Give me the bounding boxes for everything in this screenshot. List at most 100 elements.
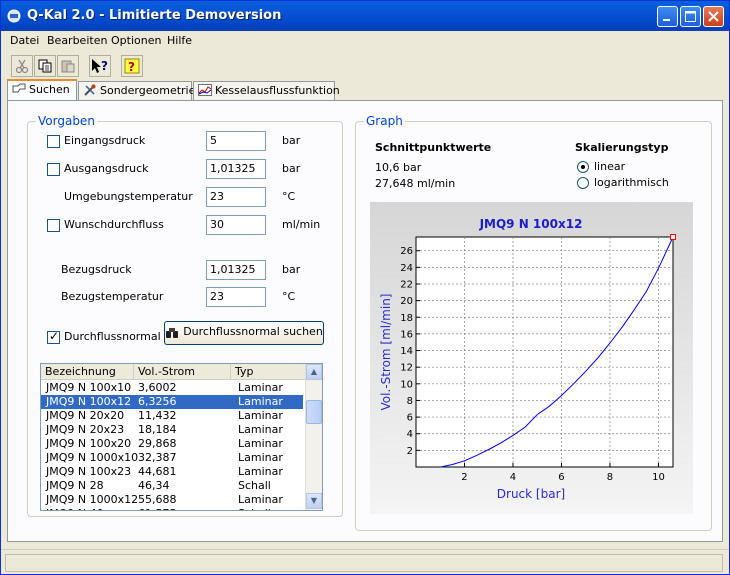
- title-bar[interactable]: Q-Kal 2.0 - Limitierte Demoversion: [1, 1, 729, 31]
- row-vol-strom: 11,432: [138, 409, 177, 422]
- list-row[interactable]: JMQ9 N 28 46,34 Schall: [41, 479, 303, 493]
- list-row[interactable]: JMQ9 N 100x23 44,681 Laminar: [41, 465, 303, 479]
- scroll-down-arrow[interactable]: ▼: [306, 493, 322, 509]
- row-vol-strom: 3,6002: [138, 381, 177, 394]
- schnittpunkt-flow: 27,648 ml/min: [375, 177, 456, 190]
- row-vol-strom: 61,573: [138, 507, 177, 510]
- close-button[interactable]: [703, 6, 724, 27]
- plot-area: [415, 236, 674, 468]
- tools-icon: [84, 84, 96, 96]
- wunschdurchfluss-unit: ml/min: [282, 218, 321, 231]
- normal-list[interactable]: Bezeichnung Vol.-Strom Typ JMQ9 N 100x10…: [40, 363, 323, 511]
- bezugsdruck-field[interactable]: 1,01325: [206, 260, 266, 280]
- col-header-typ[interactable]: Typ: [231, 364, 306, 380]
- eingangsdruck-field[interactable]: 5: [206, 131, 266, 151]
- row-vol-strom: 18,184: [138, 423, 177, 436]
- maximize-button[interactable]: [680, 6, 701, 27]
- tab-suchen[interactable]: Suchen: [7, 79, 77, 101]
- radio-linear[interactable]: [577, 161, 589, 173]
- copy-button[interactable]: [34, 55, 56, 77]
- col-header-vol-strom[interactable]: Vol.-Strom: [134, 364, 231, 380]
- menu-hilfe[interactable]: Hilfe: [167, 34, 192, 47]
- minimize-button[interactable]: [657, 6, 678, 27]
- y-tick-label: 4: [407, 429, 413, 440]
- list-row[interactable]: JMQ9 N 100x12 6,3256 Laminar: [41, 395, 303, 409]
- ausgangsdruck-field[interactable]: 1,01325: [206, 159, 266, 179]
- skalierung-title: Skalierungstyp: [575, 141, 669, 154]
- durchflussnormal-checkbox[interactable]: [47, 329, 60, 344]
- radio-logarithmisch[interactable]: [577, 177, 589, 189]
- minimize-icon: [663, 19, 670, 21]
- bezugsdruck-unit: bar: [282, 263, 301, 276]
- y-tick-label: 14: [400, 346, 413, 357]
- chart-title: JMQ9 N 100x12: [479, 217, 583, 231]
- col-header-bezeichnung[interactable]: Bezeichnung: [41, 364, 134, 380]
- row-typ: Laminar: [238, 423, 283, 436]
- list-row[interactable]: JMQ9 N 20x20 11,432 Laminar: [41, 409, 303, 423]
- ausgangsdruck-checkbox[interactable]: [47, 163, 60, 176]
- y-tick-label: 26: [400, 246, 413, 257]
- umgebungstemperatur-label: Umgebungstemperatur: [64, 190, 193, 203]
- y-tick-label: 8: [407, 396, 413, 407]
- app-icon: [7, 9, 21, 23]
- row-typ: Laminar: [238, 437, 283, 450]
- menu-bearbeiten[interactable]: Bearbeiten: [47, 34, 107, 47]
- close-icon: [708, 11, 719, 22]
- cut-button[interactable]: [11, 55, 33, 77]
- list-row[interactable]: JMQ9 N 20x23 18,184 Laminar: [41, 423, 303, 437]
- umgebungstemperatur-field[interactable]: 23: [206, 187, 266, 207]
- vorgaben-group: Vorgaben Eingangsdruck 5 bar Ausgangsdru…: [27, 114, 343, 517]
- scroll-up-arrow[interactable]: ▲: [306, 364, 322, 380]
- copy-icon: [38, 59, 52, 73]
- row-typ: Schall: [238, 479, 271, 492]
- row-vol-strom: 29,868: [138, 437, 177, 450]
- menu-optionen[interactable]: Optionen: [111, 34, 161, 47]
- context-help-button[interactable]: ?: [89, 55, 111, 77]
- window-title: Q-Kal 2.0 - Limitierte Demoversion: [27, 8, 282, 23]
- y-tick-label: 22: [400, 279, 413, 290]
- paste-button[interactable]: [57, 55, 79, 77]
- row-bezeichnung: JMQ9 N 100x23: [46, 465, 132, 478]
- ausgangsdruck-label: Ausgangsdruck: [64, 162, 149, 175]
- svg-text:?: ?: [128, 60, 135, 74]
- status-bar: [1, 549, 729, 574]
- bezugstemperatur-field[interactable]: 23: [206, 287, 266, 307]
- durchflussnormal-suchen-button[interactable]: Durchflussnormal suchen: [164, 321, 324, 345]
- y-tick-label: 16: [400, 329, 413, 340]
- eingangsdruck-checkbox[interactable]: [47, 135, 60, 148]
- radio-linear-label: linear: [594, 160, 626, 173]
- maximize-icon: [685, 11, 696, 22]
- row-vol-strom: 32,387: [138, 451, 177, 464]
- scroll-thumb[interactable]: [306, 400, 322, 424]
- list-row[interactable]: JMQ9 N 100x20 29,868 Laminar: [41, 437, 303, 451]
- list-row[interactable]: JMQ9 N 1000x10 32,387 Laminar: [41, 451, 303, 465]
- wunschdurchfluss-checkbox[interactable]: [47, 219, 60, 232]
- help-button[interactable]: ?: [121, 55, 143, 77]
- scissors-icon: [15, 59, 29, 74]
- svg-text:?: ?: [101, 59, 108, 73]
- row-typ: Laminar: [238, 451, 283, 464]
- x-tick-label: 2: [461, 472, 467, 483]
- chart-icon: [198, 84, 212, 96]
- menu-datei[interactable]: Datei: [10, 34, 39, 47]
- row-bezeichnung: JMQ9 N 1000x10: [46, 451, 139, 464]
- list-scrollbar[interactable]: ▲ ▼: [305, 364, 322, 510]
- radio-logarithmisch-label: logarithmisch: [594, 176, 669, 189]
- wunschdurchfluss-field[interactable]: 30: [206, 215, 266, 235]
- row-bezeichnung: JMQ9 N 28: [46, 479, 104, 492]
- tab-suchen-label: Suchen: [29, 83, 70, 96]
- tab-kesselausflussfunktion[interactable]: Kesselausflussfunktion: [193, 81, 340, 101]
- graph-group-label: Graph: [364, 114, 405, 128]
- x-tick-label: 6: [558, 472, 564, 483]
- list-row[interactable]: JMQ9 N 40 61,573 Schall: [41, 507, 303, 510]
- durchflussnormal-suchen-label: Durchflussnormal suchen: [183, 325, 323, 338]
- list-row[interactable]: JMQ9 N 1000x12 55,688 Laminar: [41, 493, 303, 507]
- menu-bar: Datei Bearbeiten Optionen Hilfe: [1, 31, 729, 51]
- list-row[interactable]: JMQ9 N 100x10 3,6002 Laminar: [41, 381, 303, 395]
- row-vol-strom: 44,681: [138, 465, 177, 478]
- y-tick-label: 18: [400, 313, 413, 324]
- schnittpunkt-title: Schnittpunktwerte: [375, 141, 492, 154]
- tab-sondergeometrie[interactable]: Sondergeometrie: [78, 81, 195, 101]
- row-typ: Schall: [238, 507, 271, 510]
- y-tick-label: 24: [400, 263, 413, 274]
